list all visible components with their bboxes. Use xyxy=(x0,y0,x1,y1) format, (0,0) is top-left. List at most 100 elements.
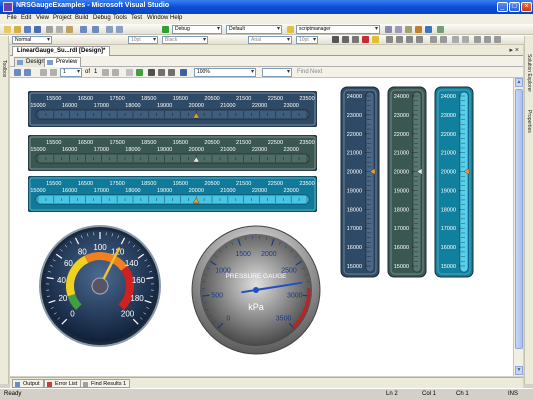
tick-label: 16000 xyxy=(441,245,456,251)
cut-icon[interactable] xyxy=(46,26,53,33)
tab-output[interactable]: Output xyxy=(12,379,44,388)
tick-label: 18000 xyxy=(441,207,456,213)
error-list-icon xyxy=(47,382,52,387)
page-number-input[interactable]: 1 xyxy=(60,68,82,77)
tick-label: 15000 xyxy=(394,264,409,270)
background-color-icon[interactable] xyxy=(372,36,379,43)
minimize-button[interactable]: _ xyxy=(497,2,508,12)
find-in-files-icon[interactable] xyxy=(287,26,294,33)
tab-find-results[interactable]: Find Results 1 xyxy=(80,379,131,388)
menu-window[interactable]: Window xyxy=(147,15,168,21)
menu-help[interactable]: Help xyxy=(170,15,182,21)
font-family-select[interactable]: Arial xyxy=(248,36,292,44)
solution-platform-select[interactable]: Default xyxy=(226,25,282,34)
tick-label-top: 18500 xyxy=(141,96,156,102)
border-style-icon[interactable] xyxy=(484,36,491,43)
next-page-icon[interactable] xyxy=(102,69,109,76)
undo-icon[interactable] xyxy=(80,26,87,33)
find-text-input[interactable] xyxy=(262,68,292,77)
pressure-gauge-label: PRESSURE GAUGE xyxy=(225,273,287,280)
foreground-color-icon[interactable] xyxy=(362,36,369,43)
navigate-forward-icon[interactable] xyxy=(116,26,123,33)
tab-preview[interactable]: Preview xyxy=(44,57,82,67)
save-icon[interactable] xyxy=(24,26,31,33)
properties-window-icon[interactable] xyxy=(395,26,402,33)
border-icon[interactable] xyxy=(474,36,481,43)
menu-debug[interactable]: Debug xyxy=(93,15,111,21)
font-color-select[interactable]: Black xyxy=(162,36,208,44)
maximize-button[interactable]: □ xyxy=(509,2,520,12)
underline-icon[interactable] xyxy=(352,36,359,43)
save-all-icon[interactable] xyxy=(34,26,41,33)
solution-explorer-tab[interactable]: Solution Explorer xyxy=(526,54,532,92)
refresh-icon[interactable] xyxy=(136,69,143,76)
copy-icon[interactable] xyxy=(56,26,63,33)
start-debugging-icon[interactable] xyxy=(162,26,169,33)
tick-label: 20000 xyxy=(441,170,456,176)
properties-tab[interactable]: Properties xyxy=(526,110,532,133)
document-map-icon[interactable] xyxy=(14,69,21,76)
scroll-up-icon[interactable]: ▲ xyxy=(515,78,523,87)
border-width-icon[interactable] xyxy=(494,36,501,43)
tick-label-bottom: 19000 xyxy=(157,188,172,194)
paste-icon[interactable] xyxy=(66,26,73,33)
menu-edit[interactable]: Edit xyxy=(21,15,31,21)
align-left-icon[interactable] xyxy=(386,36,393,43)
open-file-icon[interactable] xyxy=(14,26,21,33)
zoom-select[interactable]: 100% xyxy=(194,68,256,77)
menu-tools[interactable]: Tools xyxy=(113,15,127,21)
font-size-select-2[interactable]: 10pt xyxy=(296,36,318,44)
close-button[interactable]: × xyxy=(521,2,532,12)
redo-icon[interactable] xyxy=(92,26,99,33)
scrollbar-thumb[interactable] xyxy=(515,89,523,349)
export-icon[interactable] xyxy=(180,69,187,76)
menu-build[interactable]: Build xyxy=(75,15,88,21)
tab-error-list[interactable]: Error List xyxy=(44,379,82,388)
document-tab[interactable]: LinearGauge_Su...rdl [Design]* xyxy=(12,46,111,56)
back-icon[interactable] xyxy=(24,69,31,76)
increase-indent-icon[interactable] xyxy=(462,36,469,43)
find-next-link[interactable]: Next xyxy=(310,69,322,75)
numbering-icon[interactable] xyxy=(440,36,447,43)
menu-view[interactable]: View xyxy=(36,15,49,21)
bold-icon[interactable] xyxy=(332,36,339,43)
bullets-icon[interactable] xyxy=(430,36,437,43)
vertical-scrollbar[interactable]: ▲ ▼ xyxy=(513,78,523,376)
font-size-select[interactable]: 10pt xyxy=(128,36,158,44)
decrease-indent-icon[interactable] xyxy=(452,36,459,43)
justify-icon[interactable] xyxy=(416,36,423,43)
toolbox-icon[interactable] xyxy=(415,26,422,33)
stop-icon[interactable] xyxy=(126,69,133,76)
navigate-back-icon[interactable] xyxy=(106,26,113,33)
object-browser-icon[interactable] xyxy=(405,26,412,33)
menu-file[interactable]: File xyxy=(7,15,17,21)
menu-project[interactable]: Project xyxy=(53,15,72,21)
previous-page-icon[interactable] xyxy=(50,69,57,76)
find-combo[interactable]: scriptmanager xyxy=(296,25,380,34)
print-icon[interactable] xyxy=(148,69,155,76)
start-page-icon[interactable] xyxy=(425,26,432,33)
align-center-icon[interactable] xyxy=(396,36,403,43)
tick-label: 15000 xyxy=(441,264,456,270)
toolbox-tab[interactable]: Toolbox xyxy=(1,60,7,77)
document-close-icon[interactable]: ▸ × xyxy=(509,46,519,54)
tick-label-top: 19500 xyxy=(173,181,188,187)
solution-configuration-select[interactable]: Debug xyxy=(172,25,222,34)
solution-explorer-icon[interactable] xyxy=(385,26,392,33)
design-icon xyxy=(17,60,23,65)
tick-label-bottom: 22000 xyxy=(252,103,267,109)
find-link[interactable]: Find xyxy=(297,69,309,75)
style-select[interactable]: Normal xyxy=(12,36,52,44)
align-right-icon[interactable] xyxy=(406,36,413,43)
page-setup-icon[interactable] xyxy=(168,69,175,76)
first-page-icon[interactable] xyxy=(40,69,47,76)
tick-label: 0 xyxy=(70,310,75,319)
linear-gauge-vertical-1: 24000 23000 22000 21000 20000 19000 18000 17000… xyxy=(340,86,380,278)
last-page-icon[interactable] xyxy=(112,69,119,76)
new-project-icon[interactable] xyxy=(4,26,11,33)
menu-test[interactable]: Test xyxy=(131,15,142,21)
print-layout-icon[interactable] xyxy=(158,69,165,76)
italic-icon[interactable] xyxy=(342,36,349,43)
scroll-down-icon[interactable]: ▼ xyxy=(515,366,523,375)
document-outline-icon[interactable] xyxy=(437,26,444,33)
